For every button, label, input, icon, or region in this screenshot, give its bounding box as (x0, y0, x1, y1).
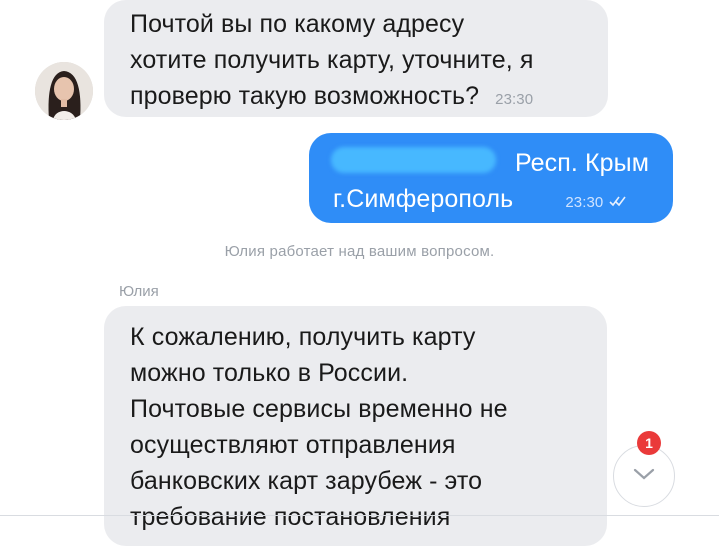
message-time: 23:30 (565, 194, 604, 211)
message-line: Почтовые сервисы временно не (130, 395, 508, 423)
message-line: требование постановления (130, 503, 451, 531)
message-line: можно только в России. (130, 359, 409, 387)
message-line: К сожалению, получить карту (130, 323, 476, 351)
redacted-text (331, 147, 496, 173)
chevron-down-icon (633, 467, 655, 486)
message-time: 23:30 (495, 91, 534, 108)
agent-avatar[interactable] (35, 62, 93, 120)
message-line: Почтой вы по какому адресу (130, 10, 465, 38)
message-line: хотите получить карту, уточните, я (130, 46, 534, 74)
typing-status: Юлия работает над вашим вопросом. (224, 243, 495, 260)
message-line: банковских карт зарубеж - это (130, 467, 483, 495)
message-line: осуществляют отправления (130, 431, 456, 459)
outgoing-message[interactable]: Респ. Крым г.Симферополь 23:30 (309, 133, 673, 223)
message-line: Респ. Крым (514, 149, 649, 177)
double-check-icon (609, 185, 629, 221)
message-line: г.Симферополь (333, 185, 514, 213)
unread-badge: 1 (637, 431, 661, 455)
incoming-message-1[interactable]: Почтой вы по какому адресу хотите получи… (104, 0, 608, 117)
sender-name: Юлия (119, 283, 159, 300)
incoming-message-2[interactable]: К сожалению, получить карту можно только… (104, 306, 607, 546)
divider (0, 515, 719, 516)
message-line: проверю такую возможность? (130, 82, 480, 110)
